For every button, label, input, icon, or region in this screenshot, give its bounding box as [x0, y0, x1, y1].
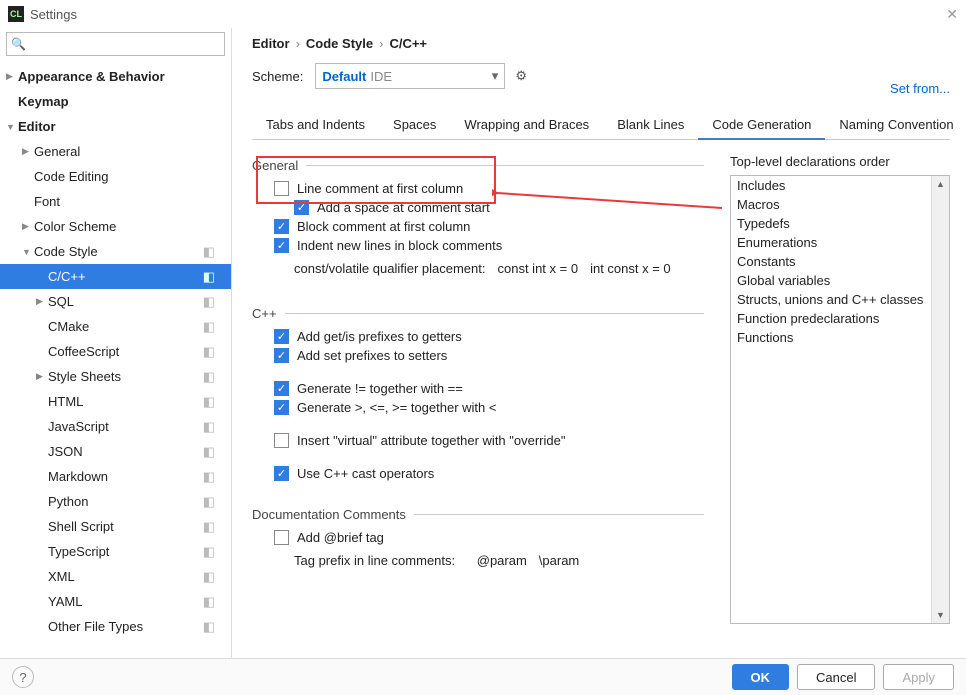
scrollbar[interactable]: ▲ ▼	[931, 176, 949, 623]
tree-item-yaml[interactable]: YAML◧	[0, 589, 231, 614]
tree-item-javascript[interactable]: JavaScript◧	[0, 414, 231, 439]
declarations-column: Top-level declarations order IncludesMac…	[730, 154, 950, 624]
tree-item-font[interactable]: Font	[0, 189, 231, 214]
decl-item[interactable]: Includes	[731, 176, 931, 195]
tree-item-xml[interactable]: XML◧	[0, 564, 231, 589]
decl-item[interactable]: Macros	[731, 195, 931, 214]
dialog-footer: ? OK Cancel Apply	[0, 658, 966, 695]
option-block-comment-at-first-column[interactable]: ✓Block comment at first column	[274, 219, 704, 234]
search-input[interactable]	[30, 37, 220, 52]
option-insert-virtual-attribute-toget[interactable]: Insert "virtual" attribute together with…	[274, 433, 704, 448]
decl-item[interactable]: Enumerations	[731, 233, 931, 252]
tree-item-color-scheme[interactable]: ▶Color Scheme	[0, 214, 231, 239]
tab-tabs-and-indents[interactable]: Tabs and Indents	[252, 111, 379, 139]
search-box[interactable]: 🔍	[6, 32, 225, 56]
tree-item-appearance-behavior[interactable]: ▶Appearance & Behavior	[0, 64, 231, 89]
tree-item-shell-script[interactable]: Shell Script◧	[0, 514, 231, 539]
decl-item[interactable]: Functions	[731, 328, 931, 347]
breadcrumb: Editor›Code Style›C/C++	[252, 36, 950, 51]
tab-code-generation[interactable]: Code Generation	[698, 111, 825, 140]
decl-item[interactable]: Function predeclarations	[731, 309, 931, 328]
section-documentation-comments: Documentation Comments	[252, 507, 704, 522]
decl-item[interactable]: Constants	[731, 252, 931, 271]
tab-naming-convention[interactable]: Naming Convention	[825, 111, 966, 139]
tab-spaces[interactable]: Spaces	[379, 111, 450, 139]
decl-item[interactable]: Typedefs	[731, 214, 931, 233]
declarations-list[interactable]: IncludesMacrosTypedefsEnumerationsConsta…	[730, 175, 950, 624]
gear-icon[interactable]: ⚙	[515, 68, 527, 84]
section-general: General	[252, 158, 704, 173]
option-line-comment-at-first-column[interactable]: Line comment at first column	[274, 181, 704, 196]
tree-item-style-sheets[interactable]: ▶Style Sheets◧	[0, 364, 231, 389]
scroll-up-icon[interactable]: ▲	[932, 176, 949, 192]
content-panel: Editor›Code Style›C/C++ Scheme: Default …	[232, 28, 966, 658]
tree-item-python[interactable]: Python◧	[0, 489, 231, 514]
option-add-set-prefixes-to-setters[interactable]: ✓Add set prefixes to setters	[274, 348, 704, 363]
tag-prefix-row: Tag prefix in line comments: @param\para…	[294, 553, 704, 568]
option-indent-new-lines-in-block-comm[interactable]: ✓Indent new lines in block comments	[274, 238, 704, 253]
close-icon[interactable]: ✕	[946, 6, 958, 23]
tab-wrapping-and-braces[interactable]: Wrapping and Braces	[450, 111, 603, 139]
tree-item-c-c-[interactable]: C/C++◧	[0, 264, 231, 289]
section-c-: C++	[252, 306, 704, 321]
tree-item-html[interactable]: HTML◧	[0, 389, 231, 414]
declarations-title: Top-level declarations order	[730, 154, 950, 169]
option-add-brief-tag[interactable]: Add @brief tag	[274, 530, 704, 545]
tree-item-code-editing[interactable]: Code Editing	[0, 164, 231, 189]
tree-item-typescript[interactable]: TypeScript◧	[0, 539, 231, 564]
option-add-a-space-at-comment-start[interactable]: ✓Add a space at comment start	[294, 200, 704, 215]
scroll-down-icon[interactable]: ▼	[932, 607, 949, 623]
chevron-down-icon: ▾	[492, 68, 499, 84]
tree-item-editor[interactable]: ▼Editor	[0, 114, 231, 139]
tree-item-markdown[interactable]: Markdown◧	[0, 464, 231, 489]
scheme-dropdown[interactable]: Default IDE ▾	[315, 63, 505, 89]
settings-tree: ▶Appearance & BehaviorKeymap▼Editor▶Gene…	[0, 60, 231, 658]
option-generate-together-with-[interactable]: ✓Generate >, <=, >= together with <	[274, 400, 704, 415]
cancel-button[interactable]: Cancel	[797, 664, 875, 690]
tab-blank-lines[interactable]: Blank Lines	[603, 111, 698, 139]
app-logo-icon: CL	[8, 6, 24, 22]
tree-item-keymap[interactable]: Keymap	[0, 89, 231, 114]
tab-bar: Tabs and IndentsSpacesWrapping and Brace…	[252, 111, 950, 140]
tree-item-coffeescript[interactable]: CoffeeScript◧	[0, 339, 231, 364]
search-icon: 🔍	[11, 37, 26, 51]
tree-item-sql[interactable]: ▶SQL◧	[0, 289, 231, 314]
qualifier-placement-row: const/volatile qualifier placement: cons…	[294, 261, 704, 276]
help-button[interactable]: ?	[12, 666, 34, 688]
settings-column: General Line comment at first column ✓Add …	[252, 154, 712, 624]
decl-item[interactable]: Structs, unions and C++ classes	[731, 290, 931, 309]
tree-item-code-style[interactable]: ▼Code Style◧	[0, 239, 231, 264]
tree-item-general[interactable]: ▶General	[0, 139, 231, 164]
sidebar: 🔍 ▶Appearance & BehaviorKeymap▼Editor▶Ge…	[0, 28, 232, 658]
apply-button[interactable]: Apply	[883, 664, 954, 690]
option-generate-together-with-[interactable]: ✓Generate != together with ==	[274, 381, 704, 396]
set-from-link[interactable]: Set from...	[890, 81, 950, 96]
ok-button[interactable]: OK	[732, 664, 790, 690]
tree-item-other-file-types[interactable]: Other File Types◧	[0, 614, 231, 639]
decl-item[interactable]: Global variables	[731, 271, 931, 290]
tree-item-cmake[interactable]: CMake◧	[0, 314, 231, 339]
tree-item-json[interactable]: JSON◧	[0, 439, 231, 464]
option-use-c-cast-operators[interactable]: ✓Use C++ cast operators	[274, 466, 704, 481]
scheme-label: Scheme:	[252, 69, 303, 84]
titlebar: CL Settings ✕	[0, 0, 966, 28]
option-add-get-is-prefixes-to-getters[interactable]: ✓Add get/is prefixes to getters	[274, 329, 704, 344]
window-title: Settings	[30, 7, 77, 22]
